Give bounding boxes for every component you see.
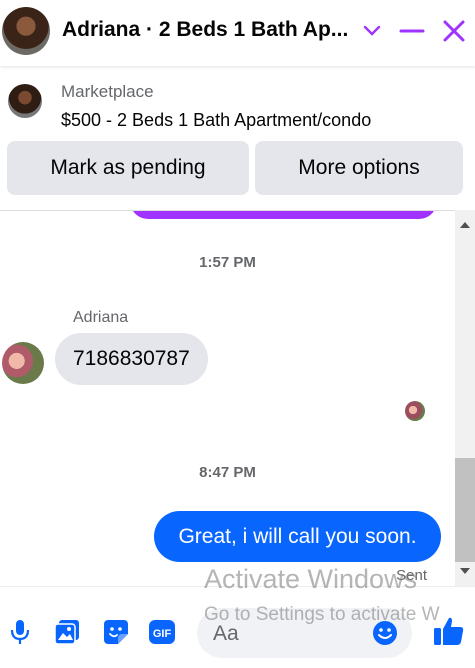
microphone-icon[interactable] xyxy=(6,618,34,646)
sender-name: Adriana xyxy=(73,309,129,326)
listing-title[interactable]: $500 - 2 Beds 1 Bath Apartment/condo xyxy=(61,110,371,131)
scroll-up-arrow-icon[interactable] xyxy=(455,216,475,234)
composer-bar: Sent GIF xyxy=(0,567,475,668)
gif-label: GIF xyxy=(153,628,172,640)
chevron-down-icon[interactable] xyxy=(355,14,389,48)
sender-avatar[interactable] xyxy=(2,342,44,384)
marketplace-label: Marketplace xyxy=(61,82,154,101)
sticker-icon[interactable] xyxy=(102,618,130,646)
incoming-message[interactable]: 7186830787 xyxy=(55,333,208,385)
outgoing-message[interactable]: Great, i will call you soon. xyxy=(154,511,441,562)
minimize-icon[interactable] xyxy=(395,14,429,48)
gif-icon[interactable]: GIF xyxy=(148,618,176,646)
contact-avatar[interactable] xyxy=(2,7,50,55)
more-options-button[interactable]: More options xyxy=(255,141,463,195)
close-icon[interactable] xyxy=(437,14,471,48)
chat-title[interactable]: Adriana · 2 Beds 1 Bath Ap... xyxy=(62,18,348,42)
read-receipt-avatar xyxy=(405,401,425,421)
scroll-down-arrow-icon[interactable] xyxy=(455,562,475,580)
message-composer[interactable] xyxy=(197,608,412,660)
marketplace-panel: Marketplace $500 - 2 Beds 1 Bath Apartme… xyxy=(0,66,475,210)
mark-as-pending-button[interactable]: Mark as pending xyxy=(7,141,249,195)
timestamp: 1:57 PM xyxy=(199,254,256,271)
message-list[interactable]: 1:57 PM Adriana 7186830787 8:47 PM Great… xyxy=(0,210,455,587)
scrollbar-thumb[interactable] xyxy=(455,458,475,562)
timestamp: 8:47 PM xyxy=(199,464,256,481)
chat-header: Adriana · 2 Beds 1 Bath Ap... xyxy=(0,0,475,66)
listing-thumbnail[interactable] xyxy=(8,84,42,118)
message-input[interactable] xyxy=(211,608,375,660)
previous-message-bubble xyxy=(130,211,437,219)
image-icon[interactable] xyxy=(53,618,81,646)
message-status: Sent xyxy=(396,567,427,584)
chat-scrollbar[interactable] xyxy=(455,210,475,586)
thumbs-up-icon[interactable] xyxy=(432,614,466,648)
emoji-icon[interactable] xyxy=(372,620,398,646)
